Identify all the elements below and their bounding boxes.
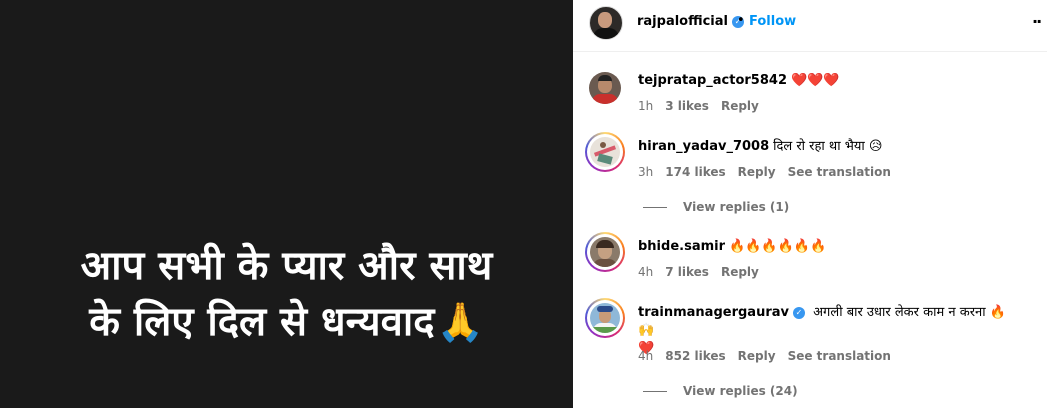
commenter-avatar[interactable]: [589, 72, 621, 104]
comment-meta: 1h 3 likes Reply: [638, 99, 771, 113]
reply-divider-line: [643, 207, 667, 208]
media-text-line-2-text: के लिए दिल से धन्यवाद: [89, 299, 435, 345]
reply-button[interactable]: Reply: [721, 99, 759, 113]
comment-body: ❤️❤️❤️: [791, 73, 840, 88]
comment-text: hiran_yadav_7008 दिल रो रहा था भैया 😥: [638, 138, 1018, 156]
media-text-line-2: के लिए दिल से धन्यवाद🙏: [0, 294, 573, 350]
post-header: rajpalofficial ✓ • Follow ··: [573, 0, 1047, 52]
comment-likes[interactable]: 3 likes: [665, 99, 709, 113]
comments-panel: rajpalofficial ✓ • Follow ·· tejpratap_ac…: [573, 0, 1047, 408]
reply-button[interactable]: Reply: [738, 349, 776, 363]
comment-time[interactable]: 4h: [638, 265, 653, 279]
reply-divider-line: [643, 391, 667, 392]
separator-dot: •: [737, 13, 745, 28]
comment-username[interactable]: trainmanagergaurav ✓: [638, 305, 805, 320]
follow-button[interactable]: Follow: [749, 14, 796, 29]
view-replies-button[interactable]: View replies (24): [643, 384, 798, 398]
media-text: आप सभी के प्यार और साथ के लिए दिल से धन्…: [0, 238, 573, 350]
comment-time[interactable]: 4h: [638, 349, 653, 363]
comment-text: tejpratap_actor5842 ❤️❤️❤️: [638, 72, 1018, 90]
comment-body: 🔥🔥🔥🔥🔥🔥: [729, 239, 827, 254]
commenter-avatar-story-ring[interactable]: [585, 298, 625, 338]
comment-likes[interactable]: 7 likes: [665, 265, 709, 279]
comment-time[interactable]: 3h: [638, 165, 653, 179]
more-options-icon[interactable]: ··: [1032, 12, 1042, 31]
comment-username[interactable]: hiran_yadav_7008: [638, 139, 769, 154]
reply-button[interactable]: Reply: [738, 165, 776, 179]
author-username-text[interactable]: rajpalofficial: [637, 14, 728, 29]
commenter-avatar-story-ring[interactable]: [585, 132, 625, 172]
comment-meta: 4h 852 likes Reply See translation: [638, 349, 903, 363]
see-translation-button[interactable]: See translation: [788, 349, 891, 363]
comment-time[interactable]: 1h: [638, 99, 653, 113]
view-replies-button[interactable]: View replies (1): [643, 200, 789, 214]
commenter-avatar-story-ring[interactable]: [585, 232, 625, 272]
comment-body: दिल रो रहा था भैया 😥: [773, 139, 883, 154]
author-username[interactable]: rajpalofficial ✓: [637, 14, 744, 29]
pray-emoji-icon: 🙏: [436, 300, 484, 344]
comment-meta: 3h 174 likes Reply See translation: [638, 165, 903, 179]
comment-likes[interactable]: 852 likes: [665, 349, 725, 363]
comment-username[interactable]: tejpratap_actor5842: [638, 73, 787, 88]
see-translation-button[interactable]: See translation: [788, 165, 891, 179]
verified-badge-icon: ✓: [792, 306, 805, 319]
reply-button[interactable]: Reply: [721, 265, 759, 279]
view-replies-label[interactable]: View replies (1): [683, 200, 789, 214]
media-text-line-1: आप सभी के प्यार और साथ: [80, 243, 493, 289]
comment-likes[interactable]: 174 likes: [665, 165, 725, 179]
comment-username-text[interactable]: trainmanagergaurav: [638, 305, 789, 320]
author-avatar[interactable]: [589, 6, 623, 40]
post-media[interactable]: आप सभी के प्यार और साथ के लिए दिल से धन्…: [0, 0, 573, 408]
view-replies-label[interactable]: View replies (24): [683, 384, 798, 398]
comment-meta: 4h 7 likes Reply: [638, 265, 771, 279]
comment-text: bhide.samir 🔥🔥🔥🔥🔥🔥: [638, 238, 1018, 256]
comment-username[interactable]: bhide.samir: [638, 239, 725, 254]
